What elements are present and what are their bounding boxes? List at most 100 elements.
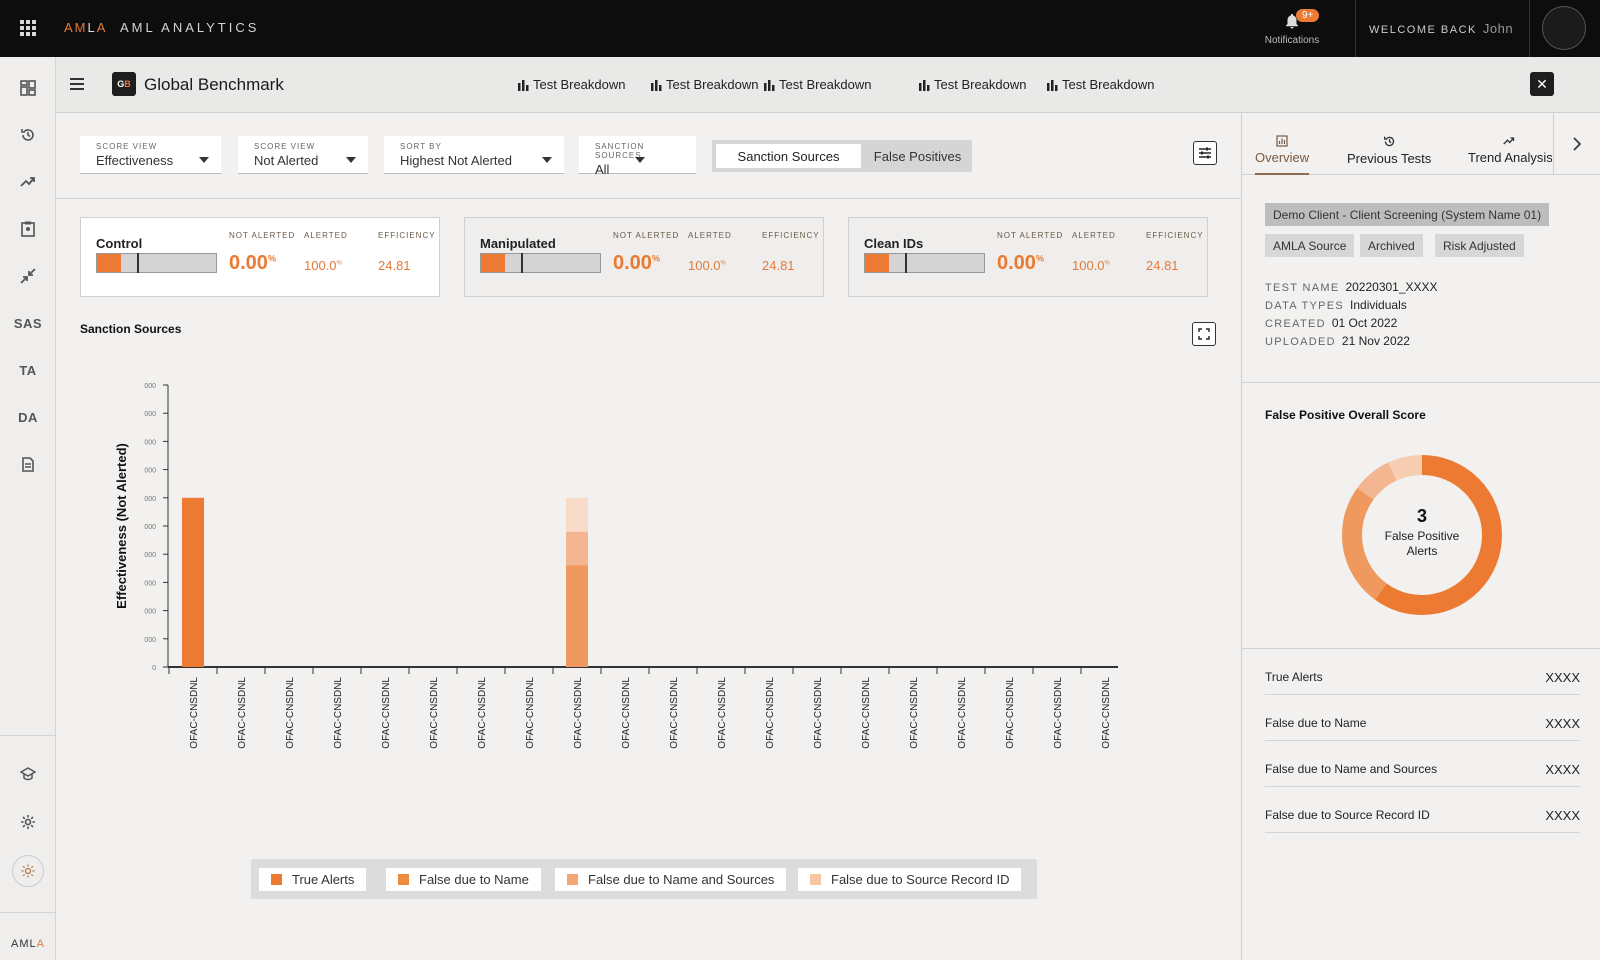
- benchmark-badge: GB: [112, 72, 136, 96]
- x-tick-label: OFAC-CNSDNL: [525, 677, 536, 749]
- nav-item-ta[interactable]: TA: [0, 355, 56, 385]
- dashboard-icon[interactable]: [0, 73, 56, 103]
- x-tick-label: OFAC-CNSDNL: [333, 677, 344, 749]
- filter-bar: SCORE VIEW Effectiveness SCORE VIEW Not …: [56, 113, 1241, 199]
- toggle-sanction-sources[interactable]: Sanction Sources: [716, 144, 861, 168]
- welcome-message: WELCOME BACK John: [1369, 21, 1513, 36]
- tabs-next-button[interactable]: [1553, 113, 1600, 175]
- app-grid-icon[interactable]: [20, 20, 36, 36]
- tab-test-breakdown[interactable]: Test Breakdown: [763, 77, 872, 92]
- tab-label: Test Breakdown: [1062, 77, 1155, 92]
- welcome-label: WELCOME BACK: [1369, 24, 1477, 36]
- tab-test-breakdown[interactable]: Test Breakdown: [517, 77, 626, 92]
- avatar[interactable]: [1542, 6, 1586, 50]
- expand-chart-button[interactable]: [1192, 322, 1216, 346]
- user-name: John: [1482, 21, 1514, 36]
- chevron-down-icon: [346, 157, 356, 163]
- left-nav: SAS TA DA AMLA: [0, 57, 56, 960]
- select-value: Effectiveness: [96, 153, 174, 168]
- legend-swatch: [567, 874, 578, 885]
- tab-test-breakdown[interactable]: Test Breakdown: [1046, 77, 1155, 92]
- chart-title: Sanction Sources: [80, 322, 182, 336]
- sort-by-select[interactable]: SORT BY Highest Not Alerted: [384, 136, 564, 174]
- score-view-select-2[interactable]: SCORE VIEW Not Alerted: [238, 136, 368, 174]
- meta-data-types: DATA TYPES Individuals: [1265, 298, 1407, 312]
- y-tick-label: 0: [152, 665, 156, 672]
- chevron-right-icon: [1573, 137, 1582, 151]
- x-tick-label: OFAC-CNSDNL: [813, 677, 824, 749]
- legend-item-false-name-sources[interactable]: False due to Name and Sources: [555, 868, 787, 891]
- x-tick-label: OFAC-CNSDNL: [669, 677, 680, 749]
- education-icon[interactable]: [0, 759, 56, 789]
- settings-icon[interactable]: [0, 807, 56, 837]
- nav-item-da[interactable]: DA: [0, 402, 56, 432]
- collapse-icon[interactable]: [0, 261, 56, 291]
- sanction-sources-select[interactable]: SANCTION SOURCES All: [579, 136, 696, 177]
- score-view-select[interactable]: SCORE VIEW Effectiveness: [80, 136, 221, 174]
- toggle-false-positives[interactable]: False Positives: [865, 144, 970, 168]
- y-tick-label: 000: [144, 496, 156, 503]
- x-tick-label: OFAC-CNSDNL: [237, 677, 248, 749]
- amla-logo: AMLA: [64, 20, 108, 35]
- stat-label: True Alerts: [1265, 670, 1323, 684]
- nav-item-sas[interactable]: SAS: [0, 308, 56, 338]
- score-bar-fill: [97, 254, 121, 272]
- document-icon[interactable]: [0, 449, 56, 479]
- not-alerted-header: NOT ALERTED: [229, 231, 296, 240]
- x-tick-label: OFAC-CNSDNL: [1005, 677, 1016, 749]
- summary-card-control: Control NOT ALERTED ALERTED EFFICIENCY 0…: [80, 217, 440, 297]
- filter-settings-button[interactable]: [1193, 141, 1217, 165]
- nav-divider: [0, 735, 56, 736]
- tag-chip: AMLA Source: [1265, 234, 1355, 257]
- tab-test-breakdown[interactable]: Test Breakdown: [918, 77, 1027, 92]
- x-tick-label: OFAC-CNSDNL: [861, 677, 872, 749]
- x-tick-label: OFAC-CNSDNL: [429, 677, 440, 749]
- legend-item-false-name[interactable]: False due to Name: [386, 868, 541, 891]
- theme-icon[interactable]: [12, 855, 44, 887]
- stat-value: XXXX: [1545, 762, 1580, 777]
- legend-item-false-source-record[interactable]: False due to Source Record ID: [798, 868, 1022, 891]
- meta-created: CREATED 01 Oct 2022: [1265, 316, 1398, 330]
- notifications-button[interactable]: 9+ Notifications: [1252, 9, 1332, 46]
- close-button[interactable]: ✕: [1530, 72, 1554, 96]
- divider: [1355, 0, 1356, 57]
- tab-label: Test Breakdown: [666, 77, 759, 92]
- stat-row: False due to Name and Sources XXXX: [1265, 741, 1580, 787]
- tab-label: Trend Analysis: [1468, 150, 1552, 165]
- legend-item-true-alerts[interactable]: True Alerts: [259, 868, 367, 891]
- bar-chart-icon: [651, 79, 662, 91]
- chevron-down-icon: [542, 157, 552, 163]
- tab-trend-analysis[interactable]: Trend Analysis: [1468, 113, 1552, 175]
- history-icon[interactable]: [0, 120, 56, 150]
- stat-row: True Alerts XXXX: [1265, 649, 1580, 695]
- x-tick-label: OFAC-CNSDNL: [1101, 677, 1112, 749]
- card-title: Control: [96, 236, 143, 251]
- x-tick-label: OFAC-CNSDNL: [957, 677, 968, 749]
- menu-icon[interactable]: [70, 78, 84, 93]
- notifications-label: Notifications: [1264, 35, 1320, 46]
- report-icon: [1276, 135, 1288, 147]
- trend-icon[interactable]: [0, 167, 56, 197]
- not-alerted-value: 0.00%: [997, 252, 1044, 274]
- x-tick-label: OFAC-CNSDNL: [573, 677, 584, 749]
- clipboard-icon[interactable]: [0, 214, 56, 244]
- x-tick-label: OFAC-CNSDNL: [621, 677, 632, 749]
- stat-value: XXXX: [1545, 716, 1580, 731]
- alerted-value: 100.0%: [304, 258, 342, 273]
- chart-legend: True Alerts False due to Name False due …: [251, 859, 1037, 899]
- bar: [566, 565, 588, 667]
- bar: [566, 497, 588, 532]
- chevron-down-icon: [635, 157, 645, 163]
- tab-test-breakdown[interactable]: Test Breakdown: [650, 77, 759, 92]
- efficiency-value: 24.81: [1146, 258, 1179, 273]
- client-chip: Demo Client - Client Screening (System N…: [1265, 203, 1550, 226]
- stat-value: XXXX: [1545, 670, 1580, 685]
- y-tick-label: 000: [144, 524, 156, 531]
- bar-chart-icon: [764, 79, 775, 91]
- tab-overview[interactable]: Overview: [1255, 113, 1309, 175]
- donut-center: 3 False Positive Alerts: [1338, 451, 1506, 619]
- y-tick-label: 000: [144, 580, 156, 587]
- tab-previous-tests[interactable]: Previous Tests: [1347, 113, 1431, 175]
- summary-card-manipulated: Manipulated NOT ALERTED ALERTED EFFICIEN…: [464, 217, 824, 297]
- x-tick-label: OFAC-CNSDNL: [285, 677, 296, 749]
